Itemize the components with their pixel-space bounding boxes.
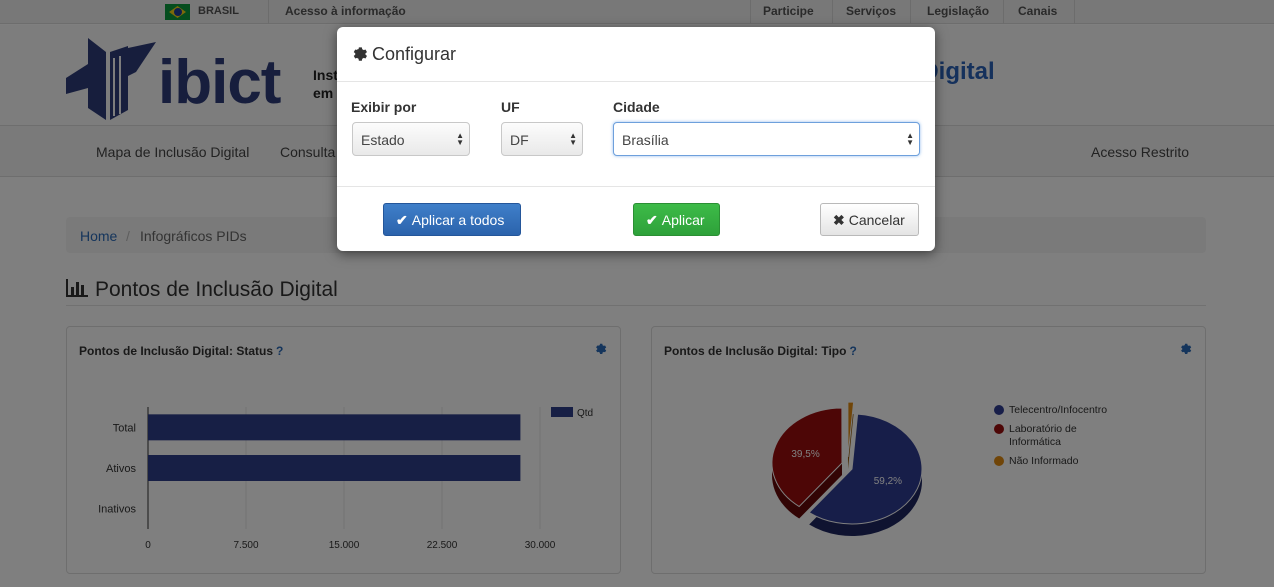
select-arrows-icon: ▲ ▼: [906, 131, 914, 147]
modal-title: Configurar: [372, 44, 457, 64]
select-arrows-icon: ▲ ▼: [569, 131, 577, 147]
uf-value: DF: [510, 132, 529, 148]
cancel-button[interactable]: ✖ Cancelar: [820, 203, 919, 236]
cidade-label: Cidade: [613, 99, 660, 115]
apply-all-button[interactable]: ✔ Aplicar a todos: [383, 203, 521, 236]
cog-icon: [353, 47, 367, 61]
check-icon: ✔: [646, 212, 658, 228]
apply-button[interactable]: ✔ Aplicar: [633, 203, 720, 236]
check-icon: ✔: [396, 212, 408, 228]
exibir-por-value: Estado: [361, 132, 405, 148]
exibir-por-label: Exibir por: [351, 99, 417, 115]
close-icon: ✖: [833, 212, 845, 228]
configure-modal: Configurar Exibir por UF Cidade Estado ▲…: [337, 27, 935, 251]
cidade-select[interactable]: Brasília ▲ ▼: [613, 122, 920, 156]
modal-footer-divider: [337, 186, 935, 187]
cidade-value: Brasília: [622, 132, 669, 148]
uf-select[interactable]: DF ▲ ▼: [501, 122, 583, 156]
modal-header: Configurar: [337, 27, 935, 82]
exibir-por-select[interactable]: Estado ▲ ▼: [352, 122, 470, 156]
uf-label: UF: [501, 99, 520, 115]
select-arrows-icon: ▲ ▼: [456, 131, 464, 147]
